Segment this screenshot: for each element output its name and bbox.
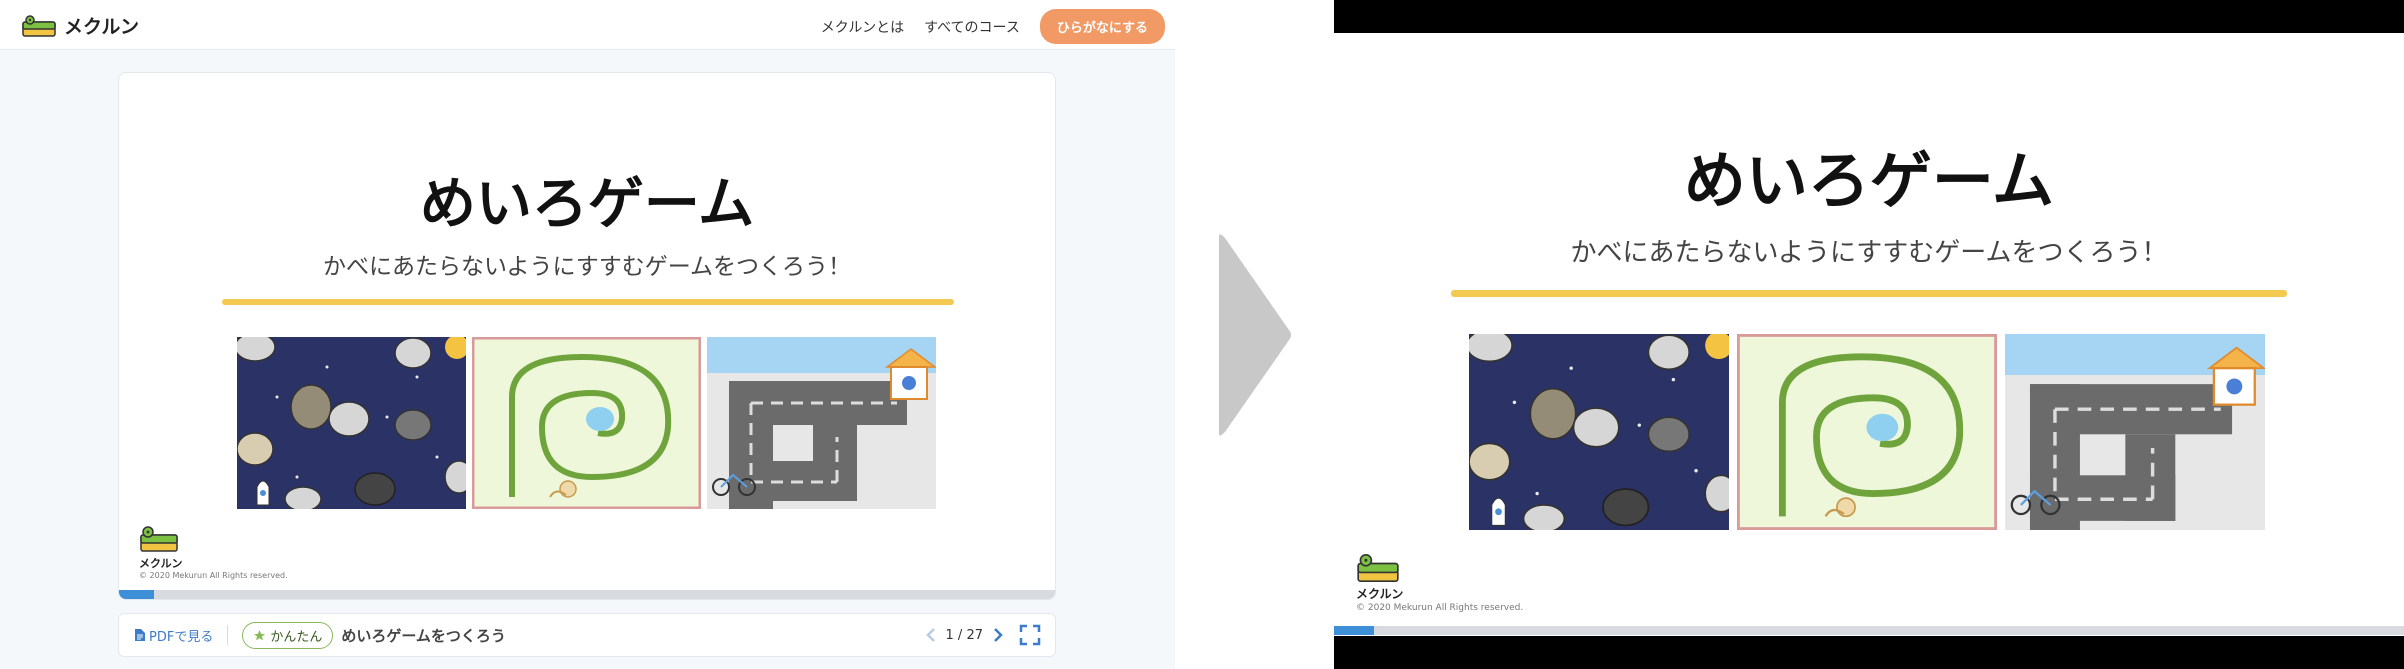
fullscreen-slide-title: めいろゲーム	[1683, 144, 2055, 217]
nav-links: メクルンとは すべてのコース ひらがなにする	[821, 9, 1165, 44]
crocodile-logo-icon	[22, 14, 56, 37]
next-slide-icon[interactable]	[993, 627, 1003, 643]
fullscreen-progress-bar	[1334, 626, 2404, 635]
fullscreen-snail-maze-image	[1737, 334, 1997, 530]
star-icon	[254, 629, 266, 640]
difficulty-label: かんたん	[270, 629, 323, 645]
slide-viewer[interactable]: めいろゲーム かべにあたらないようにすすむゲームをつくろう！ メクルン © 20…	[118, 72, 1056, 600]
document-icon	[135, 629, 145, 641]
fullscreen-space-maze-image	[1469, 334, 1729, 530]
browser-view: メクルン メクルンとは すべてのコース ひらがなにする めいろゲーム かべにあた…	[0, 0, 1175, 669]
fullscreen-snail-maze-thumbnail	[1737, 334, 1997, 530]
pdf-view-label: PDFで見る	[149, 629, 214, 645]
nav-courses-link[interactable]: すべてのコース	[924, 17, 1020, 37]
fullscreen-road-maze-image	[2005, 334, 2265, 530]
slide-subtitle: かべにあたらないようにすすむゲームをつくろう！	[322, 254, 852, 280]
maze-thumbnails	[237, 337, 936, 509]
road-maze-image	[707, 337, 936, 509]
top-nav-bar: メクルン メクルンとは すべてのコース ひらがなにする	[0, 0, 1175, 50]
title-underline	[222, 299, 954, 305]
letterbox-top	[1334, 0, 2404, 33]
page-indicator: 1 / 27	[945, 627, 983, 643]
site-logo[interactable]: メクルン	[22, 12, 139, 39]
fullscreen-view: めいろゲーム かべにあたらないようにすすむゲームをつくろう！ メクルン © 20…	[1334, 0, 2404, 669]
fullscreen-maze-thumbnails	[1469, 334, 2265, 530]
course-title: めいろゲームをつくろう	[341, 626, 506, 645]
fullscreen-slide-subtitle: かべにあたらないようにすすむゲームをつくろう！	[1570, 238, 2168, 268]
letterbox-bottom	[1334, 636, 2404, 669]
fullscreen-space-maze-thumbnail	[1469, 334, 1729, 530]
controls-divider	[227, 625, 229, 645]
pager: 1 / 27	[925, 624, 1041, 646]
slide-logo-text: メクルン	[139, 557, 183, 570]
logo-text: メクルン	[64, 16, 140, 38]
road-maze-thumbnail	[707, 337, 936, 509]
nav-about-link[interactable]: メクルンとは	[821, 17, 904, 37]
pdf-view-link[interactable]: PDFで見る	[135, 626, 213, 645]
fullscreen-slide-logo-icon	[1357, 553, 1399, 583]
fullscreen-title-underline	[1451, 290, 2287, 297]
slide-title: めいろゲーム	[419, 172, 755, 237]
fullscreen-progress-fill	[1334, 626, 1374, 635]
fullscreen-icon[interactable]	[1019, 624, 1041, 646]
fullscreen-road-maze-thumbnail	[2005, 334, 2265, 530]
difficulty-badge: かんたん	[242, 621, 334, 649]
fullscreen-slide-copyright: © 2020 Mekurun All Rights reserved.	[1356, 603, 1524, 613]
transition-arrow-icon	[1219, 234, 1291, 436]
fullscreen-slide-logo-text: メクルン	[1356, 587, 1404, 601]
screenshot: メクルン メクルンとは すべてのコース ひらがなにする めいろゲーム かべにあた…	[0, 0, 2404, 669]
snail-maze-image	[472, 337, 701, 509]
hiragana-toggle-button[interactable]: ひらがなにする	[1039, 9, 1165, 44]
space-maze-thumbnail	[237, 337, 466, 509]
space-maze-image	[237, 337, 466, 509]
slide-copyright: © 2020 Mekurun All Rights reserved.	[139, 571, 288, 580]
slide-progress-bar	[119, 590, 1055, 599]
slide-progress-fill	[119, 590, 154, 599]
snail-maze-thumbnail	[472, 337, 701, 509]
previous-slide-icon[interactable]	[925, 627, 936, 643]
slide-controls-bar: PDFで見る かんたん めいろゲームをつくろう 1 / 27	[118, 613, 1056, 657]
slide-logo-icon	[140, 526, 178, 552]
